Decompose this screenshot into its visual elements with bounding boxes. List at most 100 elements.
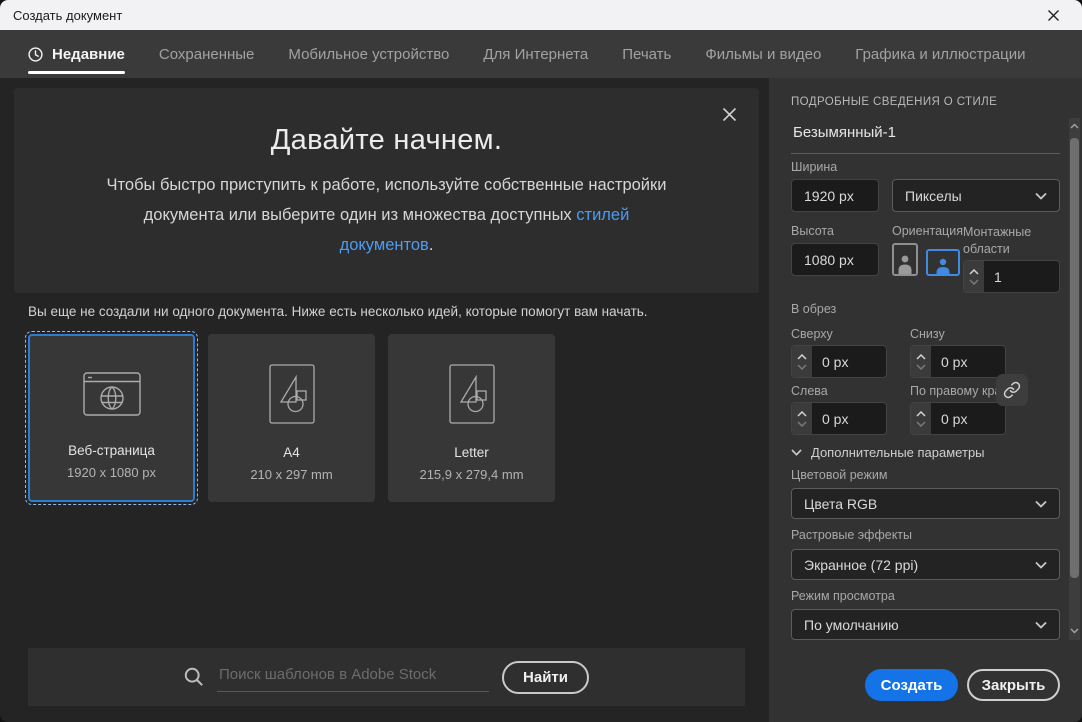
bleed-right-input[interactable] xyxy=(931,403,1005,434)
titlebar: Создать документ xyxy=(0,0,1082,30)
chevron-down-icon xyxy=(1035,561,1047,569)
bleed-left-field xyxy=(791,402,887,435)
tab-recent[interactable]: Недавние xyxy=(28,30,125,78)
web-page-icon xyxy=(83,372,141,416)
document-name-field-wrap xyxy=(791,116,1060,154)
window-close-button[interactable] xyxy=(1042,4,1064,26)
tab-mobile[interactable]: Мобильное устройство xyxy=(288,30,449,78)
search-input[interactable] xyxy=(217,662,489,692)
width-label: Ширина xyxy=(791,160,837,174)
height-label: Высота xyxy=(791,224,834,238)
artboards-field xyxy=(963,260,1060,293)
panel-scrollbar[interactable] xyxy=(1069,118,1080,640)
window-title: Создать документ xyxy=(13,8,122,23)
orientation-portrait-button[interactable] xyxy=(892,243,918,276)
bleed-top-field xyxy=(791,345,887,378)
scrollbar-up-icon[interactable] xyxy=(1069,120,1080,132)
scrollbar-down-icon[interactable] xyxy=(1069,625,1080,637)
search-icon xyxy=(184,667,204,687)
tab-label: Сохраненные xyxy=(159,46,255,63)
print-document-icon xyxy=(269,364,315,424)
units-dropdown[interactable]: Пикселы xyxy=(892,179,1060,212)
stepper-up-icon xyxy=(797,354,807,360)
chevron-down-icon xyxy=(791,449,802,456)
bleed-top-stepper[interactable] xyxy=(792,346,812,377)
landscape-person-icon xyxy=(933,257,953,274)
bleed-bottom-stepper[interactable] xyxy=(911,346,931,377)
welcome-title: Давайте начнем. xyxy=(14,88,759,157)
preview-mode-value: По умолчанию xyxy=(804,617,899,633)
close-button[interactable]: Закрыть xyxy=(967,669,1060,701)
template-dimensions: 1920 x 1080 px xyxy=(67,465,156,480)
tab-label: Недавние xyxy=(52,46,125,63)
bleed-top-label: Сверху xyxy=(791,327,833,341)
template-card-letter[interactable]: Letter 215,9 x 279,4 mm xyxy=(388,334,555,502)
orientation-toggle xyxy=(892,243,960,276)
category-tabbar: Недавние Сохраненные Мобильное устройств… xyxy=(0,30,1082,78)
bleed-bottom-field xyxy=(910,345,1006,378)
stepper-down-icon xyxy=(916,421,926,427)
height-input[interactable] xyxy=(792,244,878,275)
raster-effects-dropdown[interactable]: Экранное (72 ppi) xyxy=(791,549,1060,580)
tab-graphics[interactable]: Графика и иллюстрации xyxy=(855,30,1025,78)
link-chain-icon xyxy=(1003,381,1021,399)
tab-label: Мобильное устройство xyxy=(288,46,449,63)
preview-mode-label: Режим просмотра xyxy=(791,589,895,603)
tab-label: Для Интернета xyxy=(483,46,588,63)
recent-tab-content: Давайте начнем. Чтобы быстро приступить … xyxy=(0,78,769,722)
width-input[interactable] xyxy=(792,180,878,211)
template-dimensions: 210 x 297 mm xyxy=(250,467,332,482)
close-icon xyxy=(722,107,737,122)
search-submit-button[interactable]: Найти xyxy=(502,661,589,694)
preview-mode-dropdown[interactable]: По умолчанию xyxy=(791,609,1060,640)
template-name: A4 xyxy=(283,445,300,460)
bleed-right-field xyxy=(910,402,1006,435)
stepper-down-icon xyxy=(797,421,807,427)
orientation-landscape-button[interactable] xyxy=(926,249,960,276)
bleed-bottom-label: Снизу xyxy=(910,327,945,341)
template-card-web-page[interactable]: Веб-страница 1920 x 1080 px xyxy=(28,334,195,502)
template-dimensions: 215,9 x 279,4 mm xyxy=(419,467,523,482)
bleed-right-stepper[interactable] xyxy=(911,403,931,434)
scrollbar-thumb[interactable] xyxy=(1070,138,1079,578)
color-mode-value: Цвета RGB xyxy=(804,496,877,512)
tab-print[interactable]: Печать xyxy=(622,30,671,78)
welcome-body: Чтобы быстро приступить к работе, исполь… xyxy=(98,170,676,260)
template-card-a4[interactable]: A4 210 x 297 mm xyxy=(208,334,375,502)
stepper-down-icon xyxy=(969,279,979,285)
document-name-input[interactable] xyxy=(791,116,1060,153)
tab-film-video[interactable]: Фильмы и видео xyxy=(705,30,821,78)
stepper-up-icon xyxy=(916,354,926,360)
bleed-left-stepper[interactable] xyxy=(792,403,812,434)
template-cards: Веб-страница 1920 x 1080 px A4 210 x 297… xyxy=(28,334,555,502)
color-mode-label: Цветовой режим xyxy=(791,468,887,482)
width-field xyxy=(791,179,879,212)
chevron-down-icon xyxy=(1035,621,1047,629)
tab-saved[interactable]: Сохраненные xyxy=(159,30,255,78)
artboards-stepper[interactable] xyxy=(964,261,984,292)
tab-label: Печать xyxy=(622,46,671,63)
bleed-left-input[interactable] xyxy=(812,403,886,434)
stepper-down-icon xyxy=(916,364,926,370)
artboards-input[interactable] xyxy=(984,261,1059,292)
bleed-bottom-input[interactable] xyxy=(931,346,1005,377)
banner-close-button[interactable] xyxy=(720,105,738,123)
advanced-options-toggle[interactable]: Дополнительные параметры xyxy=(791,445,985,460)
artboards-label: Монтажные области xyxy=(963,224,1043,258)
bleed-left-label: Слева xyxy=(791,384,828,398)
orientation-label: Ориентация xyxy=(892,224,963,238)
advanced-options-label: Дополнительные параметры xyxy=(811,445,985,460)
tab-web[interactable]: Для Интернета xyxy=(483,30,588,78)
stepper-down-icon xyxy=(797,364,807,370)
bleed-link-values-button[interactable] xyxy=(996,374,1028,406)
raster-effects-label: Растровые эффекты xyxy=(791,528,912,542)
bleed-label: В обрез xyxy=(791,302,836,316)
color-mode-dropdown[interactable]: Цвета RGB xyxy=(791,488,1060,519)
template-name: Letter xyxy=(454,445,489,460)
clock-icon xyxy=(28,47,43,62)
panel-header: ПОДРОБНЫЕ СВЕДЕНИЯ О СТИЛЕ xyxy=(791,96,997,108)
create-button[interactable]: Создать xyxy=(865,669,958,701)
bleed-top-input[interactable] xyxy=(812,346,886,377)
preset-details-panel: ПОДРОБНЫЕ СВЕДЕНИЯ О СТИЛЕ Ширина Пиксел… xyxy=(769,78,1082,722)
welcome-body-end: . xyxy=(429,236,434,254)
